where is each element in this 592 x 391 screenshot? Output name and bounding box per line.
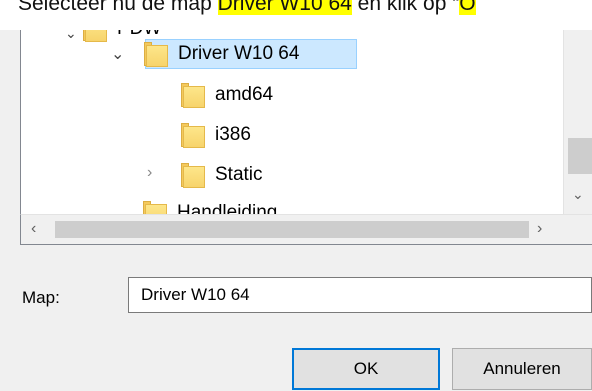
- folder-icon: [83, 30, 107, 42]
- map-input[interactable]: [128, 277, 592, 313]
- vertical-scrollbar[interactable]: ⌄: [563, 30, 592, 214]
- tree-item-driver-w10-64[interactable]: Driver W10 64: [144, 39, 357, 69]
- folder-icon: [181, 162, 205, 188]
- cancel-button[interactable]: Annuleren: [452, 348, 592, 390]
- map-label: Map:: [22, 288, 60, 307]
- instruction-sentence: Selecteer nu de map Driver W10 64 en kli…: [18, 0, 476, 15]
- ok-button[interactable]: OK: [292, 348, 440, 390]
- scroll-down-icon[interactable]: ⌄: [572, 186, 584, 203]
- chevron-down-icon[interactable]: ⌄: [65, 30, 77, 48]
- tree-item-label: Driver W10 64: [178, 43, 300, 64]
- tree-item-i386[interactable]: i386: [181, 120, 251, 150]
- scroll-right-icon[interactable]: ›: [537, 220, 542, 238]
- instruction-highlight-folder: Driver W10 64: [217, 0, 352, 15]
- scroll-left-icon[interactable]: ‹: [31, 220, 36, 238]
- tree-item-amd64[interactable]: amd64: [181, 80, 274, 110]
- folder-icon: [143, 200, 167, 214]
- scrollbar-thumb[interactable]: [568, 138, 592, 174]
- tree-item-label: amd64: [215, 84, 274, 105]
- folder-icon: [181, 82, 205, 108]
- scrollbar-thumb[interactable]: [55, 221, 529, 238]
- instruction-middle: en klik op “: [351, 0, 460, 15]
- chevron-right-icon[interactable]: ›: [147, 164, 152, 182]
- tree-item-static[interactable]: Static: [181, 160, 263, 190]
- tree-item-handleiding[interactable]: Handleiding: [143, 198, 278, 214]
- instruction-text: Selecteer nu de map Driver W10 64 en kli…: [0, 0, 592, 30]
- chevron-down-icon[interactable]: ⌄: [111, 44, 124, 64]
- instruction-highlight-ok: O: [459, 0, 476, 15]
- instruction-prefix: Selecteer nu de map: [18, 0, 218, 15]
- tree-border: [20, 244, 592, 245]
- folder-icon: [181, 122, 205, 148]
- horizontal-scrollbar[interactable]: ‹ ›: [20, 214, 592, 244]
- tree-item-label: Static: [215, 164, 263, 185]
- tree-item-label: i386: [215, 124, 251, 145]
- tree-item-label: Handleiding: [177, 202, 278, 214]
- folder-tree[interactable]: ⌄ PDW Driver W10 64 ⌄ amd64 i386 Static …: [20, 30, 592, 214]
- folder-icon: [144, 41, 168, 67]
